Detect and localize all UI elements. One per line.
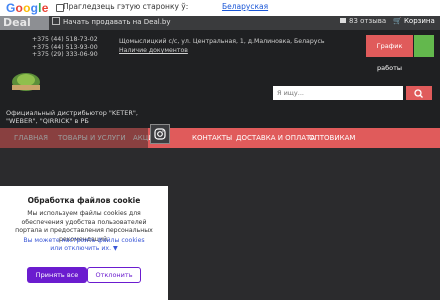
distributor-tagline: Официальный дистрибьютор "KETER", "WEBER… [6, 109, 138, 125]
sell-link[interactable]: Начать продавать на Deal.by [52, 17, 171, 26]
company-logo[interactable] [6, 66, 46, 98]
translate-language-link[interactable]: Беларуская [222, 2, 268, 11]
translate-bar: Google Прагледзець гэтую старонку ў: Бел… [0, 0, 440, 16]
nav-item-contacts[interactable]: КОНТАКТЫ [192, 134, 232, 142]
phone-number[interactable]: +375 (44) 513-93-00 [32, 44, 98, 52]
reviews-link[interactable]: 83 отзыва [340, 17, 386, 25]
accept-all-button[interactable]: Принять все [27, 267, 87, 283]
phone-list: +375 (44) 518-73-02 +375 (44) 513-93-00 … [32, 36, 98, 59]
nav-item-delivery[interactable]: ДОСТАВКА И ОПЛАТА [236, 134, 315, 142]
store-icon [52, 17, 60, 25]
cart-button[interactable]: 🛒 Корзина [393, 17, 435, 25]
phone-number[interactable]: +375 (29) 333-06-90 [32, 51, 98, 59]
nav-item-wholesale[interactable]: ОПТОВИКАМ [309, 134, 355, 142]
instagram-button[interactable] [150, 124, 170, 144]
deal-logo[interactable]: Deal [0, 16, 49, 30]
address-text: Щомыслицкий с/с, ул. Центральная, 1, д.М… [119, 38, 325, 45]
translate-message: Прагледзець гэтую старонку ў: [63, 2, 189, 11]
reject-button[interactable]: Отклонить [87, 267, 141, 283]
search-icon [414, 89, 423, 98]
work-hours-button[interactable]: График работы [366, 35, 413, 72]
instagram-icon [154, 128, 166, 140]
callback-button[interactable] [414, 35, 434, 57]
cookie-title: Обработка файлов cookie [27, 196, 141, 205]
cart-label: Корзина [403, 17, 435, 25]
search-button[interactable] [406, 86, 432, 100]
comment-icon [340, 18, 346, 23]
address-block: Щомыслицкий с/с, ул. Центральная, 1, д.М… [119, 37, 325, 55]
search-input[interactable]: Я ищу... [273, 86, 403, 100]
documents-link[interactable]: Наличие документов [119, 46, 325, 55]
nav-overlay [0, 128, 148, 148]
sell-link-label: Начать продавать на Deal.by [63, 18, 171, 26]
cart-icon: 🛒 [393, 17, 402, 25]
google-logo: Google [6, 1, 49, 15]
reviews-label: 83 отзыва [349, 17, 387, 25]
cookie-settings-link[interactable]: Вы можете настроить файлы cookies или от… [20, 237, 148, 253]
phone-number[interactable]: +375 (44) 518-73-02 [32, 36, 98, 44]
